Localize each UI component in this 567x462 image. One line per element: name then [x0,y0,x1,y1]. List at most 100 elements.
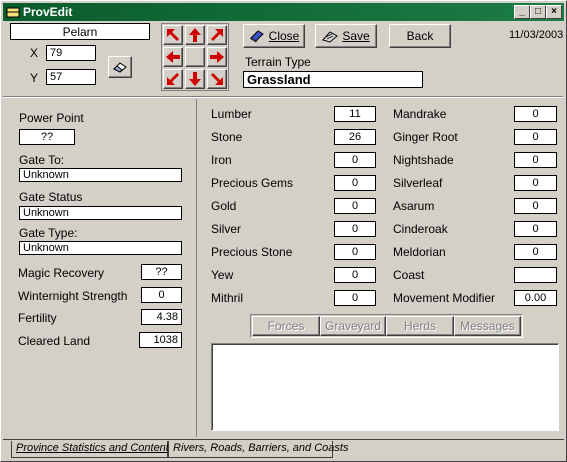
y-coordinate-input[interactable]: 57 [46,69,96,85]
resource-label: Gold [211,199,237,213]
arrow-down-icon [189,72,201,86]
tab-province-statistics[interactable]: Province Statistics and Contents [11,441,174,458]
left-panel: Power Point ?? Gate To: Unknown Gate Sta… [4,99,197,437]
resource-value[interactable]: 0 [334,221,376,237]
arrow-down-right-icon [211,73,223,85]
winternight-strength-field[interactable]: 0 [141,287,182,303]
maximize-button[interactable]: □ [530,5,546,19]
resource-value[interactable]: 0 [514,152,557,168]
arrow-nw-button[interactable] [163,25,183,45]
coast-field[interactable] [514,267,557,283]
terrain-type-field[interactable]: Grassland [243,71,423,88]
save-button-label: Save [342,29,370,43]
x-coordinate-input[interactable]: 79 [46,45,96,61]
close-button[interactable]: Close [243,24,305,48]
close-window-button[interactable]: × [546,5,562,19]
arrow-left-icon [166,51,180,63]
resources-column-1: Lumber 11 Stone 26 Iron 0 Precious Gems … [211,106,381,306]
gate-status-field[interactable]: Unknown [19,206,182,220]
arrow-e-button[interactable] [207,47,227,67]
save-button[interactable]: Save [315,24,377,48]
close-book-icon [249,30,264,43]
app-icon [6,7,20,18]
gate-type-field[interactable]: Unknown [19,241,182,255]
resource-label: Precious Gems [211,176,294,190]
arrow-se-button[interactable] [207,69,227,89]
resources-column-2: Mandrake 0 Ginger Root 0 Nightshade 0 Si… [393,106,563,306]
fertility-field[interactable]: 4.38 [141,309,182,325]
resource-label: Silverleaf [393,176,443,190]
magic-recovery-field[interactable]: ?? [141,264,182,280]
power-point-field[interactable]: ?? [19,129,75,145]
minimize-button[interactable]: _ [514,5,530,19]
eraser-icon [113,62,127,73]
cleared-land-field[interactable]: 1038 [139,332,182,348]
back-button[interactable]: Back [389,24,451,48]
resource-label: Silver [211,222,242,236]
gate-type-label: Gate Type: [19,226,78,240]
arrow-w-button[interactable] [163,47,183,67]
resource-value[interactable]: 0 [334,198,376,214]
magic-recovery-label: Magic Recovery [18,266,105,280]
resource-label: Iron [211,153,232,167]
resource-label: Ginger Root [393,130,458,144]
subtab-content-area[interactable] [211,343,559,431]
resource-label: Precious Stone [211,245,293,259]
resource-value[interactable]: 0 [514,106,557,122]
gate-status-label: Gate Status [19,190,83,204]
resource-value[interactable]: 0 [514,221,557,237]
subtab-bar: Forces Graveyard Herds Messages [250,314,523,338]
resource-label: Mandrake [393,107,447,121]
resource-value[interactable]: 0 [514,129,557,145]
winternight-strength-label: Winternight Strength [18,289,128,303]
graveyard-tab[interactable]: Graveyard [320,316,386,336]
gate-to-field[interactable]: Unknown [19,168,182,182]
title-bar: ProvEdit _ □ × [3,3,564,21]
resource-label: Nightshade [393,153,454,167]
provedit-window: ProvEdit _ □ × Pelarn X 79 Y 57 Close Sa… [0,0,567,462]
center-button[interactable] [185,47,205,67]
back-button-label: Back [406,29,434,43]
resource-value[interactable]: 0 [334,267,376,283]
herds-tab[interactable]: Herds [386,316,454,336]
resource-value[interactable]: 0 [334,175,376,191]
goto-coordinates-button[interactable] [108,56,132,78]
resource-label: Mithril [211,291,243,305]
resource-value[interactable]: 26 [334,129,376,145]
header-divider [3,96,563,98]
resource-value[interactable]: 11 [334,106,376,122]
resource-label: Lumber [211,107,252,121]
resource-value[interactable]: 0 [514,175,557,191]
movement-modifier-field[interactable]: 0.00 [514,290,557,306]
resource-value[interactable]: 0 [334,152,376,168]
resource-value[interactable]: 0 [514,244,557,260]
arrow-ne-button[interactable] [207,25,227,45]
arrow-n-button[interactable] [185,25,205,45]
arrow-sw-button[interactable] [163,69,183,89]
resource-label: Cinderoak [393,222,448,236]
resource-label: Asarum [393,199,435,213]
y-label: Y [30,71,39,85]
arrow-up-icon [189,28,201,42]
power-point-label: Power Point [19,111,84,125]
province-name-field[interactable]: Pelarn [10,23,150,40]
tab-rivers-roads[interactable]: Rivers, Roads, Barriers, and Coasts [168,441,348,458]
messages-tab[interactable]: Messages [454,316,521,336]
date-label: 11/03/2003 [509,29,564,41]
arrow-right-icon [210,51,224,63]
forces-tab[interactable]: Forces [252,316,320,336]
close-button-label: Close [268,29,300,43]
coast-label: Coast [393,268,425,282]
resource-value[interactable]: 0 [334,244,376,260]
resource-value[interactable]: 0 [514,198,557,214]
resource-value[interactable]: 0 [334,290,376,306]
terrain-type-label: Terrain Type [245,55,311,69]
x-label: X [30,46,39,60]
arrow-up-right-icon [211,29,223,41]
resource-label: Stone [211,130,243,144]
tab-strip-line [3,439,564,440]
arrow-down-left-icon [167,73,179,85]
arrow-s-button[interactable] [185,69,205,89]
movement-modifier-label: Movement Modifier [393,291,496,305]
direction-pad [161,23,229,91]
